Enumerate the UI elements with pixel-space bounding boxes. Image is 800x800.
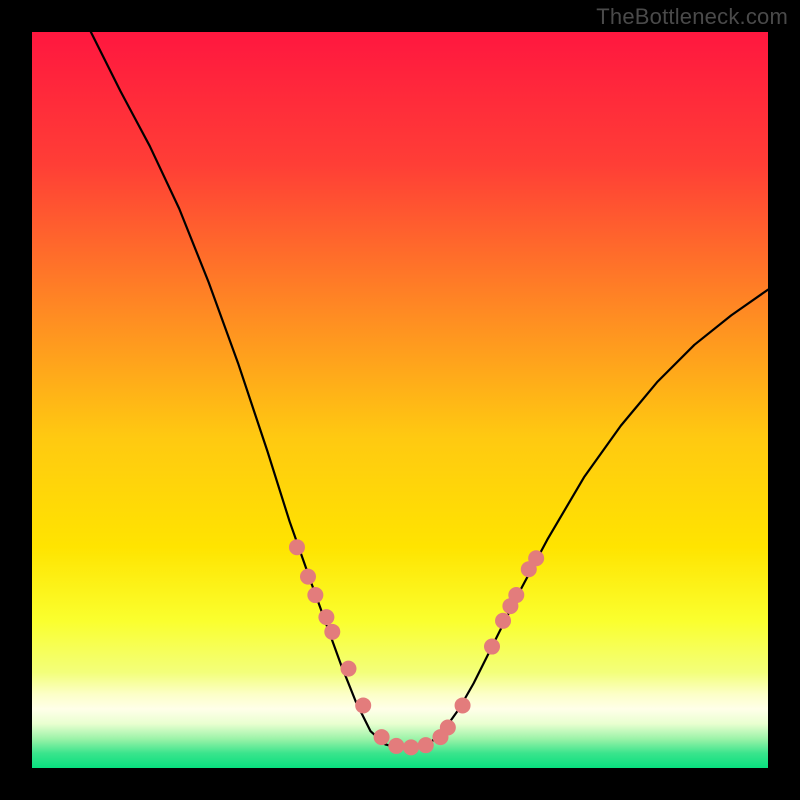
marker-point bbox=[418, 737, 434, 753]
marker-point bbox=[355, 697, 371, 713]
marker-point bbox=[508, 587, 524, 603]
marker-point bbox=[495, 613, 511, 629]
marker-point bbox=[403, 739, 419, 755]
marker-point bbox=[307, 587, 323, 603]
marker-point bbox=[374, 729, 390, 745]
watermark-text: TheBottleneck.com bbox=[596, 4, 788, 30]
marker-point bbox=[318, 609, 334, 625]
gradient-background bbox=[32, 32, 768, 768]
chart-frame: TheBottleneck.com bbox=[0, 0, 800, 800]
marker-point bbox=[388, 738, 404, 754]
marker-point bbox=[484, 639, 500, 655]
marker-point bbox=[455, 697, 471, 713]
plot-area bbox=[32, 32, 768, 768]
marker-point bbox=[300, 569, 316, 585]
marker-point bbox=[340, 661, 356, 677]
marker-point bbox=[528, 550, 544, 566]
chart-svg bbox=[32, 32, 768, 768]
marker-point bbox=[440, 720, 456, 736]
marker-point bbox=[324, 624, 340, 640]
marker-point bbox=[289, 539, 305, 555]
